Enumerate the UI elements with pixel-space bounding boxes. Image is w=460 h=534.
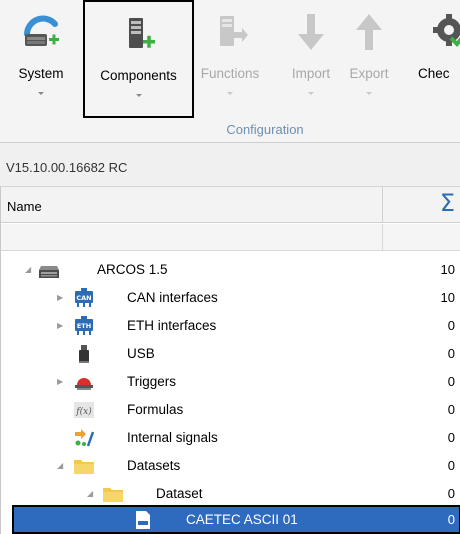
components-dropdown-arrow[interactable] bbox=[135, 94, 142, 97]
trigger-icon bbox=[75, 378, 93, 390]
components-button[interactable]: Components bbox=[83, 0, 194, 118]
folder-icon bbox=[103, 488, 123, 502]
component-add-icon bbox=[128, 18, 155, 48]
functions-button[interactable]: Functions bbox=[200, 0, 260, 118]
ribbon-group-label: Configuration bbox=[226, 122, 304, 137]
system-button[interactable]: System bbox=[2, 0, 80, 118]
usb-icon bbox=[79, 345, 89, 363]
export-button[interactable]: Export bbox=[341, 0, 397, 118]
export-dropdown-arrow[interactable] bbox=[366, 92, 372, 95]
collapsed-arrow-icon[interactable]: ▶ bbox=[57, 378, 65, 386]
function-arrow-icon bbox=[220, 16, 248, 46]
tree-row-label: CAN interfaces bbox=[127, 290, 218, 305]
tree-row-label: ETH interfaces bbox=[127, 318, 217, 333]
can-interface-icon: CAN bbox=[75, 288, 93, 307]
import-dropdown-arrow[interactable] bbox=[308, 92, 314, 95]
tree-row-dataset[interactable]: ◢ Dataset 0 bbox=[1, 480, 460, 508]
tree-row-label: Datasets bbox=[127, 458, 181, 473]
tree-row-triggers[interactable]: ▶ Triggers 0 bbox=[1, 368, 460, 396]
tree-row-datasets[interactable]: ◢ Datasets 0 bbox=[1, 452, 460, 480]
device-icon bbox=[39, 266, 59, 278]
tree-row-arcos[interactable]: ◢ ARCOS 1.5 10 bbox=[1, 256, 460, 284]
tree-row-caetec-ascii[interactable]: CAETEC ASCII 01 0 bbox=[12, 505, 460, 534]
tree-row-label: CAETEC ASCII 01 bbox=[186, 512, 298, 527]
folder-icon bbox=[74, 460, 94, 474]
import-label: Import bbox=[291, 66, 331, 81]
tree-row-label: ARCOS 1.5 bbox=[97, 262, 168, 277]
functions-dropdown-arrow[interactable] bbox=[227, 92, 233, 95]
svg-text:f(x): f(x) bbox=[75, 406, 92, 417]
formula-icon: f(x) bbox=[74, 402, 94, 418]
name-column-header[interactable]: Name bbox=[7, 199, 42, 214]
eth-interface-icon: ETH bbox=[75, 316, 93, 335]
tree-row-count: 0 bbox=[447, 374, 455, 389]
tree-row-label: Formulas bbox=[127, 402, 184, 417]
sum-icon: Σ bbox=[439, 189, 455, 217]
check-label: Chec bbox=[418, 66, 450, 81]
expanded-arrow-icon[interactable]: ◢ bbox=[57, 462, 65, 470]
count-filter-cell[interactable] bbox=[382, 224, 460, 251]
tree-row-label: USB bbox=[127, 346, 155, 361]
collapsed-arrow-icon[interactable]: ▶ bbox=[57, 322, 65, 330]
expanded-arrow-icon[interactable]: ◢ bbox=[87, 490, 95, 498]
components-label: Components bbox=[100, 68, 177, 83]
grid-header: Name Σ bbox=[1, 187, 460, 223]
tree-row-count: 0 bbox=[447, 318, 455, 333]
tree-row-can-interfaces[interactable]: ▶ CAN CAN interfaces 10 bbox=[1, 284, 460, 312]
system-add-icon bbox=[24, 15, 59, 46]
component-tree-grid: Name Σ ◢ ARCOS 1.5 10 ▶ CAN CAN interfac… bbox=[0, 187, 460, 534]
version-text: V15.10.00.16682 RC bbox=[6, 160, 128, 175]
tree-row-count: 0 bbox=[447, 486, 455, 501]
export-arrow-icon bbox=[356, 14, 382, 50]
count-column-header[interactable]: Σ bbox=[382, 187, 460, 223]
version-bar: V15.10.00.16682 RC bbox=[0, 143, 460, 187]
tree-row-count: 0 bbox=[447, 402, 455, 417]
collapsed-arrow-icon[interactable]: ▶ bbox=[57, 294, 65, 302]
import-arrow-icon bbox=[298, 14, 324, 50]
tree-row-count: 0 bbox=[447, 346, 455, 361]
svg-text:CAN: CAN bbox=[76, 294, 91, 302]
tree-row-label: Triggers bbox=[127, 374, 177, 389]
expanded-arrow-icon[interactable]: ◢ bbox=[25, 266, 33, 274]
export-label: Export bbox=[349, 66, 389, 81]
caetec-file-icon bbox=[136, 511, 150, 529]
check-gear-icon bbox=[433, 14, 460, 47]
system-dropdown-arrow[interactable] bbox=[38, 92, 44, 95]
tree-row-count: 0 bbox=[447, 458, 455, 473]
filter-row[interactable] bbox=[1, 224, 460, 251]
check-button[interactable]: Chec bbox=[418, 0, 460, 118]
system-label: System bbox=[18, 66, 64, 81]
tree-row-internal-signals[interactable]: Internal signals 0 bbox=[1, 424, 460, 452]
tree-row-count: 10 bbox=[440, 290, 455, 305]
tree-row-label: Dataset bbox=[156, 486, 203, 501]
ribbon-toolbar: System Components Functions Import Expor… bbox=[0, 0, 460, 143]
import-button[interactable]: Import bbox=[283, 0, 339, 118]
tree-row-count: 0 bbox=[447, 430, 455, 445]
tree-row-count: 0 bbox=[447, 512, 455, 527]
tree-row-formulas[interactable]: f(x) Formulas 0 bbox=[1, 396, 460, 424]
tree-row-eth-interfaces[interactable]: ▶ ETH ETH interfaces 0 bbox=[1, 312, 460, 340]
tree-row-count: 10 bbox=[440, 262, 455, 277]
tree-row-label: Internal signals bbox=[127, 430, 218, 445]
internal-signals-icon bbox=[75, 429, 95, 447]
tree-row-usb[interactable]: USB 0 bbox=[1, 340, 460, 368]
functions-label: Functions bbox=[200, 66, 260, 81]
svg-text:ETH: ETH bbox=[77, 322, 91, 330]
